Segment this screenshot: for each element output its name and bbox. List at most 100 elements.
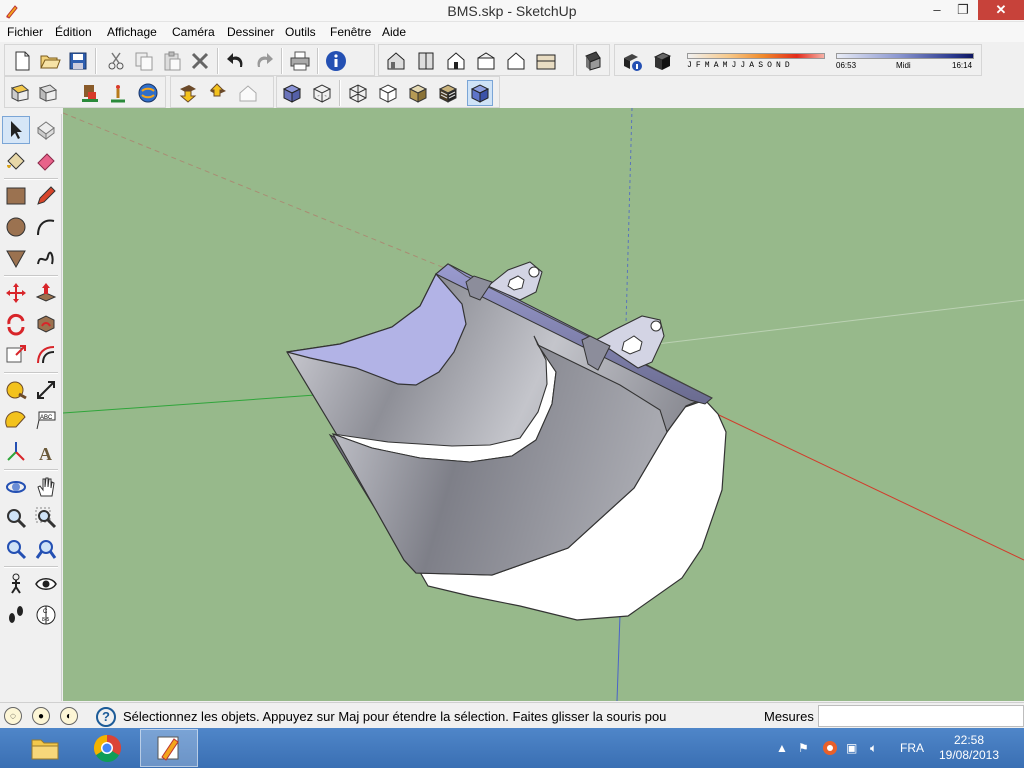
google-earth-button[interactable]	[135, 80, 161, 106]
extension-warehouse-button[interactable]	[105, 80, 131, 106]
print-button[interactable]	[287, 48, 313, 74]
axes-tool[interactable]	[2, 438, 30, 466]
menu-edition[interactable]: Édition	[55, 25, 92, 39]
network-icon[interactable]: ▣	[846, 728, 857, 768]
shaded-textures-button[interactable]	[435, 80, 461, 106]
import-button[interactable]	[175, 80, 201, 106]
position-camera-tool[interactable]	[2, 570, 30, 598]
menu-camera[interactable]: Caméra	[172, 25, 215, 39]
save-button[interactable]	[65, 48, 91, 74]
scale-tool[interactable]	[2, 341, 30, 369]
new-file-button[interactable]	[9, 48, 35, 74]
menu-fichier[interactable]: Fichier	[7, 25, 43, 39]
tray-app-icon[interactable]	[822, 728, 838, 768]
taskbar-clock[interactable]: 22:58 19/08/2013	[936, 733, 1002, 763]
menu-fenetre[interactable]: Fenêtre	[330, 25, 371, 39]
section-plane-button[interactable]	[580, 48, 606, 74]
circle-tool[interactable]	[2, 213, 30, 241]
zoom-window-tool[interactable]	[32, 504, 60, 532]
rotate-tool[interactable]	[2, 310, 30, 338]
share-model-button[interactable]	[35, 80, 61, 106]
look-around-tool[interactable]	[32, 570, 60, 598]
windows-taskbar: ▲ ⚑ ▣ 🔈︎ FRA 22:58 19/08/2013	[0, 728, 1024, 768]
zoom-extents-tool[interactable]	[2, 535, 30, 563]
push-pull-tool[interactable]	[32, 279, 60, 307]
offset-tool[interactable]	[32, 341, 60, 369]
redo-button[interactable]	[251, 48, 277, 74]
shaded-button[interactable]	[405, 80, 431, 106]
arc-tool[interactable]	[32, 213, 60, 241]
paste-button[interactable]	[159, 48, 185, 74]
help-icon[interactable]: ?	[96, 707, 116, 727]
input-language[interactable]: FRA	[900, 728, 924, 768]
model-info-button[interactable]	[323, 48, 349, 74]
display-shadows-button[interactable]	[649, 48, 675, 74]
back-view-button[interactable]	[503, 48, 529, 74]
cut-button[interactable]	[103, 48, 129, 74]
menu-affichage[interactable]: Affichage	[107, 25, 157, 39]
top-view-button[interactable]	[413, 48, 439, 74]
tape-measure-tool[interactable]	[2, 376, 30, 404]
line-tool[interactable]	[32, 182, 60, 210]
add-location-button[interactable]	[205, 80, 231, 106]
measurements-input[interactable]	[818, 705, 1024, 727]
chrome-taskbar-button[interactable]	[78, 729, 136, 767]
dimension-tool[interactable]	[32, 376, 60, 404]
file-explorer-taskbar-button[interactable]	[16, 729, 74, 767]
get-models-button[interactable]	[7, 80, 33, 106]
drawing-viewport[interactable]	[63, 108, 1024, 701]
action-center-flag-icon[interactable]: ⚑	[798, 728, 809, 768]
shadow-month-slider[interactable]: JFMAMJJASOND	[685, 53, 827, 73]
select-tool[interactable]	[2, 116, 30, 144]
left-view-button[interactable]	[533, 48, 559, 74]
orbit-tool[interactable]	[2, 473, 30, 501]
menu-dessiner[interactable]: Dessiner	[227, 25, 274, 39]
freehand-tool[interactable]	[32, 244, 60, 272]
shadow-time-slider[interactable]: 06:53 Midi 16:14	[834, 53, 976, 73]
delete-button[interactable]	[187, 48, 213, 74]
text-tool[interactable]: ABC	[32, 407, 60, 435]
xray-button[interactable]	[279, 80, 305, 106]
person-component-icon	[82, 85, 98, 102]
credits-icon[interactable]: ●	[32, 707, 50, 725]
minimize-button[interactable]: ‒	[924, 0, 950, 20]
3d-text-tool[interactable]: A	[32, 438, 60, 466]
move-tool[interactable]	[2, 279, 30, 307]
menu-outils[interactable]: Outils	[285, 25, 316, 39]
hidden-line-button[interactable]	[375, 80, 401, 106]
make-component-tool[interactable]	[32, 116, 60, 144]
monochrome-button[interactable]	[467, 80, 493, 106]
toggle-terrain-button[interactable]	[235, 80, 261, 106]
paint-bucket-tool[interactable]	[2, 147, 30, 175]
iso-view-button[interactable]	[383, 48, 409, 74]
volume-icon[interactable]: 🔈︎	[870, 728, 877, 768]
right-view-button[interactable]	[473, 48, 499, 74]
wireframe-button[interactable]	[345, 80, 371, 106]
maximize-button[interactable]: ❐	[950, 0, 976, 20]
protractor-tool[interactable]	[2, 407, 30, 435]
menu-aide[interactable]: Aide	[382, 25, 406, 39]
shadow-settings-button[interactable]	[619, 48, 645, 74]
show-hidden-icons[interactable]: ▲	[776, 728, 788, 768]
follow-me-tool[interactable]	[32, 310, 60, 338]
svg-text:8-5: 8-5	[42, 617, 49, 623]
open-file-button[interactable]	[37, 48, 63, 74]
front-view-button[interactable]	[443, 48, 469, 74]
section-plane-tool[interactable]: C 8-5	[32, 601, 60, 629]
back-edges-button[interactable]	[309, 80, 335, 106]
polygon-tool[interactable]	[2, 244, 30, 272]
previous-view-tool[interactable]	[32, 535, 60, 563]
undo-button[interactable]	[223, 48, 249, 74]
copy-button[interactable]	[131, 48, 157, 74]
walk-tool[interactable]	[2, 601, 30, 629]
sketchup-taskbar-button[interactable]	[140, 729, 198, 767]
account-icon[interactable]: ◐	[60, 707, 78, 725]
pan-tool[interactable]	[32, 473, 60, 501]
zoom-tool[interactable]	[2, 504, 30, 532]
share-component-button[interactable]	[77, 80, 103, 106]
geolocation-icon[interactable]: ◌	[4, 707, 22, 725]
close-button[interactable]: ✕	[978, 0, 1024, 20]
rectangle-tool[interactable]	[2, 182, 30, 210]
eraser-tool[interactable]	[32, 147, 60, 175]
bucket-model[interactable]	[286, 261, 727, 621]
